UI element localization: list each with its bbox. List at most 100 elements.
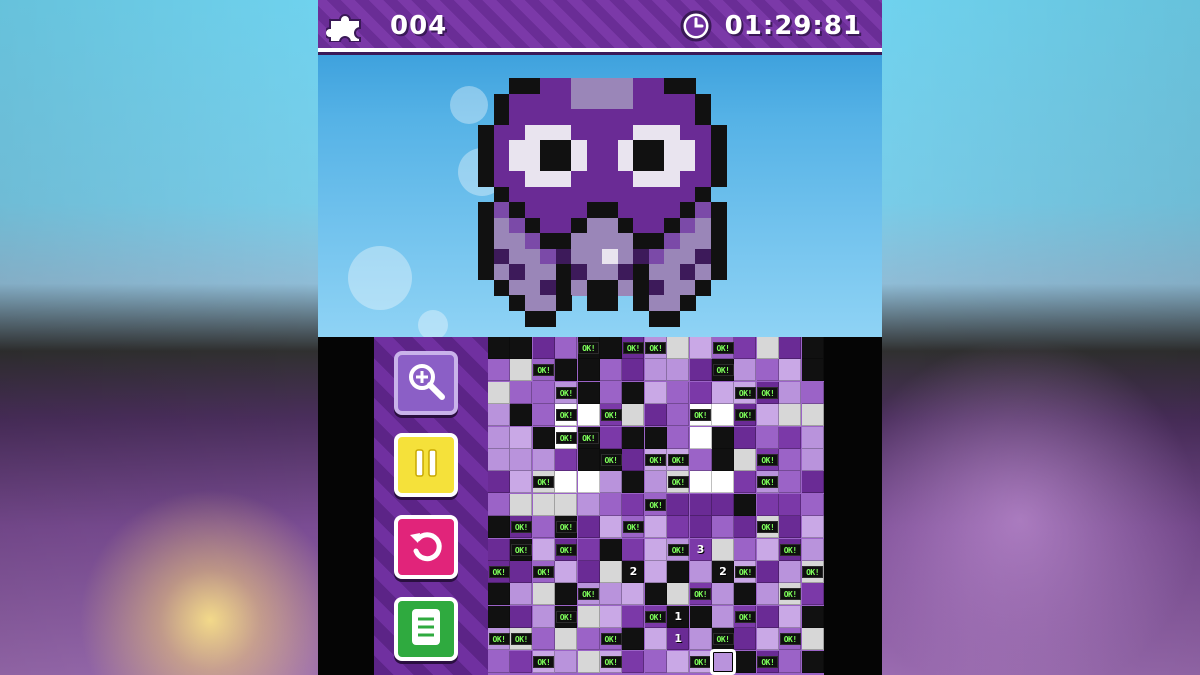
board-cell[interactable] [801,538,824,561]
board-cell[interactable] [510,359,533,382]
puzzle-board[interactable]: OK! OK! OK! OK! OK! OK! OK! OK! OK! OK! OK! OK! OK! O… [488,337,824,675]
board-cell[interactable] [756,628,779,651]
board-cell[interactable] [622,426,645,449]
board-cell[interactable] [577,449,600,471]
board-cell[interactable] [555,628,578,651]
board-cell[interactable] [689,426,712,449]
board-cell[interactable] [734,493,757,516]
board-cell[interactable] [667,381,690,404]
board-cell[interactable] [488,493,510,516]
board-cell[interactable] [779,471,802,494]
board-cell[interactable] [510,426,533,449]
board-cell[interactable] [734,583,757,606]
board-cell[interactable] [488,538,510,561]
board-cell[interactable] [779,449,802,471]
board-cell[interactable] [689,493,712,516]
board-cell[interactable] [734,516,757,539]
board-cell[interactable] [488,471,510,494]
board-cell[interactable] [712,516,734,539]
board-cell[interactable] [577,538,600,561]
board-cell[interactable] [734,471,757,494]
board-cell[interactable] [644,583,667,606]
board-cell[interactable] [577,628,600,651]
board-cell[interactable] [488,605,510,628]
board-cell[interactable] [644,381,667,404]
board-cell[interactable] [667,359,690,382]
board-cell[interactable] [689,381,712,404]
menu-button[interactable] [394,597,458,661]
board-cell[interactable] [801,650,824,673]
board-cell[interactable] [712,449,734,471]
board-cell[interactable] [779,516,802,539]
board-cell[interactable] [756,538,779,561]
board-cell[interactable] [734,628,757,651]
board-cell[interactable] [532,404,555,427]
board-cell[interactable] [667,650,690,673]
board-cell[interactable] [488,381,510,404]
board-cell[interactable] [577,471,600,494]
board-cell[interactable] [779,561,802,583]
board-cell[interactable] [756,583,779,606]
board-cell[interactable] [532,493,555,516]
board-cell[interactable] [488,337,510,359]
board-cell[interactable] [532,337,555,359]
board-cell[interactable] [488,583,510,606]
board-cell[interactable] [644,650,667,673]
board-cell[interactable] [644,471,667,494]
board-cell[interactable] [622,583,645,606]
board-cell[interactable] [712,471,734,494]
board-cell[interactable] [577,650,600,673]
board-cell[interactable] [600,471,622,494]
board-cell[interactable] [779,650,802,673]
undo-button[interactable] [394,515,458,579]
board-cell[interactable] [555,359,578,382]
board-cell[interactable] [577,561,600,583]
board-cell[interactable] [600,381,622,404]
board-cell[interactable] [689,605,712,628]
board-cell[interactable] [622,359,645,382]
board-cell[interactable] [510,337,533,359]
board-cell[interactable] [510,650,533,673]
board-cell[interactable] [779,381,802,404]
board-cell[interactable] [532,516,555,539]
board-cell[interactable] [712,404,734,427]
board-cell[interactable] [712,605,734,628]
board-cell[interactable] [779,337,802,359]
board-cell[interactable] [488,359,510,382]
board-cell[interactable] [801,493,824,516]
board-cell[interactable] [712,381,734,404]
board-cell[interactable] [801,359,824,382]
board-cell[interactable] [756,426,779,449]
board-cell[interactable] [667,583,690,606]
board-cell[interactable] [689,628,712,651]
board-cell[interactable] [712,538,734,561]
selection-cursor[interactable] [710,648,736,675]
board-cell[interactable] [510,381,533,404]
board-cell[interactable] [689,516,712,539]
board-cell[interactable] [555,493,578,516]
board-cell[interactable] [600,516,622,539]
board-cell[interactable] [532,628,555,651]
board-cell[interactable] [712,583,734,606]
board-cell[interactable] [801,471,824,494]
board-cell[interactable] [712,493,734,516]
board-cell[interactable] [555,583,578,606]
board-cell[interactable] [600,605,622,628]
board-cell[interactable] [644,516,667,539]
board-cell[interactable] [756,359,779,382]
board-cell[interactable] [488,516,510,539]
board-cell[interactable] [734,449,757,471]
board-cell[interactable] [644,628,667,651]
board-cell[interactable] [734,426,757,449]
board-cell[interactable] [667,426,690,449]
board-cell[interactable] [600,583,622,606]
board-cell[interactable] [734,337,757,359]
board-cell[interactable] [600,359,622,382]
board-cell[interactable] [667,337,690,359]
board-cell[interactable] [667,404,690,427]
board-cell[interactable] [600,337,622,359]
board-cell[interactable] [622,493,645,516]
board-cell[interactable] [577,359,600,382]
board-cell[interactable] [555,471,578,494]
board-cell[interactable] [510,561,533,583]
